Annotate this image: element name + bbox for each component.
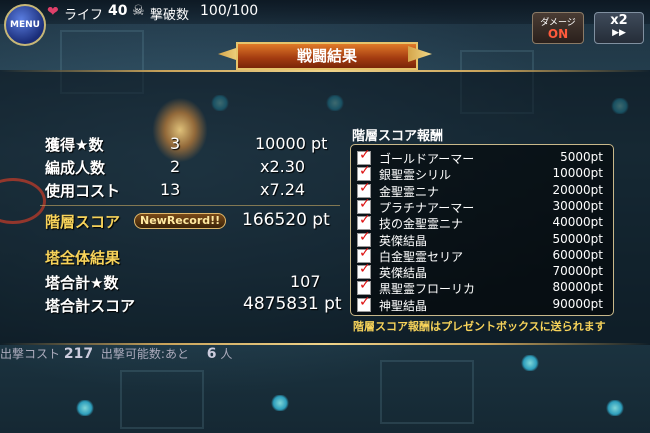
- deploy-cost-label: 出撃コスト: [0, 347, 61, 361]
- reward-points: 50000pt: [552, 231, 604, 246]
- reward-notice: 階層スコア報酬はプレゼントボックスに送られます: [353, 320, 606, 333]
- tower-score-value: 4875831 pt: [243, 294, 342, 314]
- reward-item: ✓ 技の金聖霊ニナ 40000pt: [357, 212, 607, 232]
- reward-points: 40000pt: [552, 215, 604, 230]
- reward-points: 30000pt: [552, 198, 604, 213]
- floor-score-value: 166520 pt: [242, 210, 330, 230]
- cost-label: 使用コスト: [45, 182, 121, 200]
- cost-count: 13: [160, 180, 181, 199]
- damage-toggle-button[interactable]: ダメージ ON: [532, 12, 584, 44]
- reward-points: 20000pt: [552, 182, 604, 197]
- background-tile: [120, 370, 204, 429]
- members-label: 編成人数: [45, 159, 106, 177]
- speed-toggle-button[interactable]: x2 ▶▶: [594, 12, 644, 44]
- stars-points: 10000 pt: [255, 134, 328, 153]
- kill-count-label: 撃破数: [150, 8, 190, 23]
- deploy-remain-value: 6: [206, 346, 217, 362]
- life-label: ライフ: [64, 8, 104, 23]
- reward-item: ✓ 黒聖霊フローリカ 80000pt: [357, 277, 607, 297]
- crystal-gem: [605, 400, 625, 416]
- tower-stars-value: 107: [290, 272, 321, 291]
- crystal-gem: [270, 395, 290, 411]
- reward-name: 神聖結晶: [379, 298, 428, 313]
- cost-multiplier: x7.24: [260, 180, 306, 199]
- kill-count-value: 100/100: [200, 3, 259, 19]
- reward-item: ✓ 白金聖霊セリア 60000pt: [357, 245, 607, 264]
- tower-score-label: 塔合計スコア: [45, 297, 136, 315]
- divider-top: [0, 70, 650, 72]
- members-count: 2: [170, 157, 181, 176]
- life-value: 40: [108, 3, 128, 19]
- page-title: 戦闘結果: [236, 42, 418, 70]
- reward-name: 英傑結晶: [379, 266, 428, 281]
- background-tile: [380, 360, 474, 424]
- reward-name: 銀聖霊シリル: [379, 168, 452, 183]
- damage-state: ON: [547, 27, 569, 41]
- deploy-cost-value: 217: [63, 346, 94, 362]
- reward-name: 英傑結晶: [379, 233, 428, 248]
- checkbox-checked-icon: ✓: [357, 293, 371, 312]
- reward-item: ✓ 英傑結晶 50000pt: [357, 229, 607, 248]
- reward-points: 70000pt: [552, 264, 604, 279]
- reward-name: 金聖霊ニナ: [379, 184, 440, 199]
- speed-label: x2: [610, 13, 628, 28]
- members-multiplier: x2.30: [260, 157, 306, 176]
- reward-points: 60000pt: [552, 247, 604, 262]
- deploy-status: 出撃コスト 217 出撃可能数:あと 6 人: [0, 345, 232, 362]
- deploy-remain-label: 出撃可能数:あと: [100, 347, 189, 361]
- reward-name: 白金聖霊セリア: [379, 249, 464, 264]
- crystal-gem: [75, 400, 95, 416]
- title-banner: 戦闘結果: [218, 40, 432, 70]
- reward-list: ✓ ゴールドアーマー 5000pt ✓ 銀聖霊シリル 10000pt ✓ 金聖霊ニナ 20000…: [350, 144, 614, 316]
- tower-stars-label: 塔合計★数: [45, 274, 119, 292]
- crystal-gem: [520, 355, 540, 371]
- floor-score-label: 階層スコア: [45, 213, 121, 231]
- reward-points: 90000pt: [552, 296, 604, 311]
- stars-count: 3: [170, 134, 181, 153]
- reward-points: 10000pt: [552, 166, 604, 181]
- reward-name: 黒聖霊フローリカ: [379, 282, 476, 297]
- reward-item: ✓ 神聖結晶 90000pt: [357, 293, 607, 313]
- reward-name: 技の金聖霊ニナ: [379, 217, 464, 232]
- unit-sprite: [150, 95, 210, 165]
- banner-ornament-right: [408, 46, 432, 62]
- reward-item: ✓ 銀聖霊シリル 10000pt: [357, 163, 607, 183]
- heart-icon: ❤: [47, 4, 59, 20]
- reward-list-title: 階層スコア報酬: [352, 129, 444, 144]
- menu-button[interactable]: MENU: [4, 4, 46, 46]
- tower-results-header: 塔全体結果: [45, 249, 121, 267]
- skull-icon: ☠: [132, 3, 145, 19]
- fast-forward-icon: ▶▶: [612, 28, 626, 38]
- score-divider: [40, 205, 340, 206]
- reward-points: 5000pt: [560, 150, 603, 164]
- reward-name: ゴールドアーマー: [379, 152, 475, 166]
- reward-name: プラチナアーマー: [379, 200, 475, 215]
- reward-item: ✓ プラチナアーマー 30000pt: [357, 196, 607, 215]
- reward-item: ✓ ゴールドアーマー 5000pt: [357, 147, 607, 166]
- reward-points: 80000pt: [552, 280, 604, 295]
- deploy-remain-unit: 人: [220, 347, 233, 361]
- reward-item: ✓ 英傑結晶 70000pt: [357, 261, 607, 281]
- stars-label: 獲得★数: [45, 136, 104, 154]
- new-record-badge: NewRecord!!: [134, 213, 227, 229]
- reward-item: ✓ 金聖霊ニナ 20000pt: [357, 180, 607, 199]
